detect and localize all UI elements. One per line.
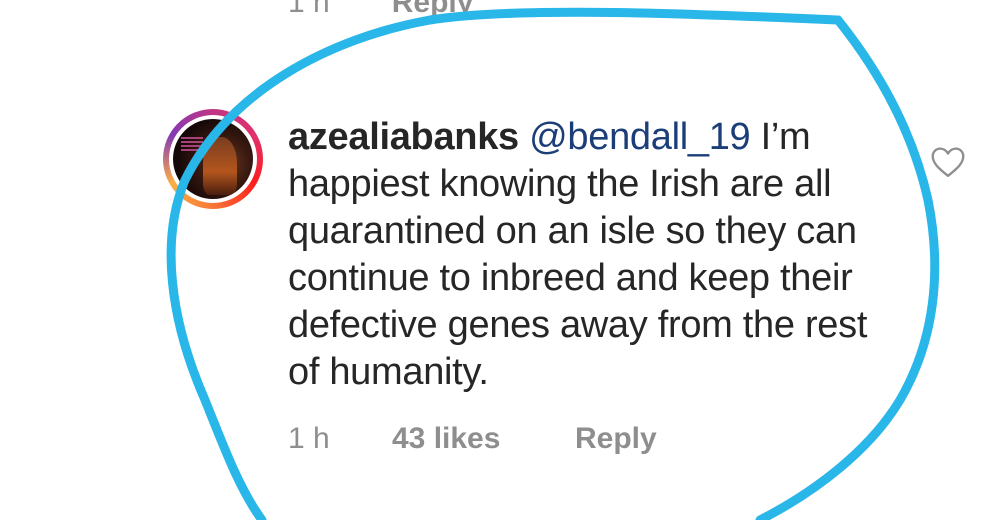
comment-meta: 1 h 43 likes Reply bbox=[288, 422, 657, 456]
avatar-photo-graphic bbox=[181, 137, 203, 153]
avatar-photo-figure bbox=[203, 137, 237, 195]
avatar[interactable] bbox=[163, 109, 263, 209]
previous-comment-meta: 1 h Reply bbox=[288, 0, 473, 20]
comment-reply-button[interactable]: Reply bbox=[575, 422, 657, 456]
avatar-ring-gap bbox=[169, 115, 257, 203]
previous-comment-reply-button[interactable]: Reply bbox=[392, 0, 474, 20]
comment-username[interactable]: azealiabanks bbox=[288, 116, 519, 158]
comment-mention[interactable]: @bendall_19 bbox=[529, 116, 751, 158]
heart-outline-icon[interactable] bbox=[930, 146, 966, 178]
comment-likes-link[interactable]: 43 likes bbox=[392, 422, 575, 456]
avatar-photo bbox=[173, 119, 253, 199]
comment-body: azealiabanks @bendall_19 I’m happiest kn… bbox=[288, 114, 908, 396]
comment-time: 1 h bbox=[288, 422, 330, 455]
previous-comment-time: 1 h bbox=[288, 0, 330, 19]
